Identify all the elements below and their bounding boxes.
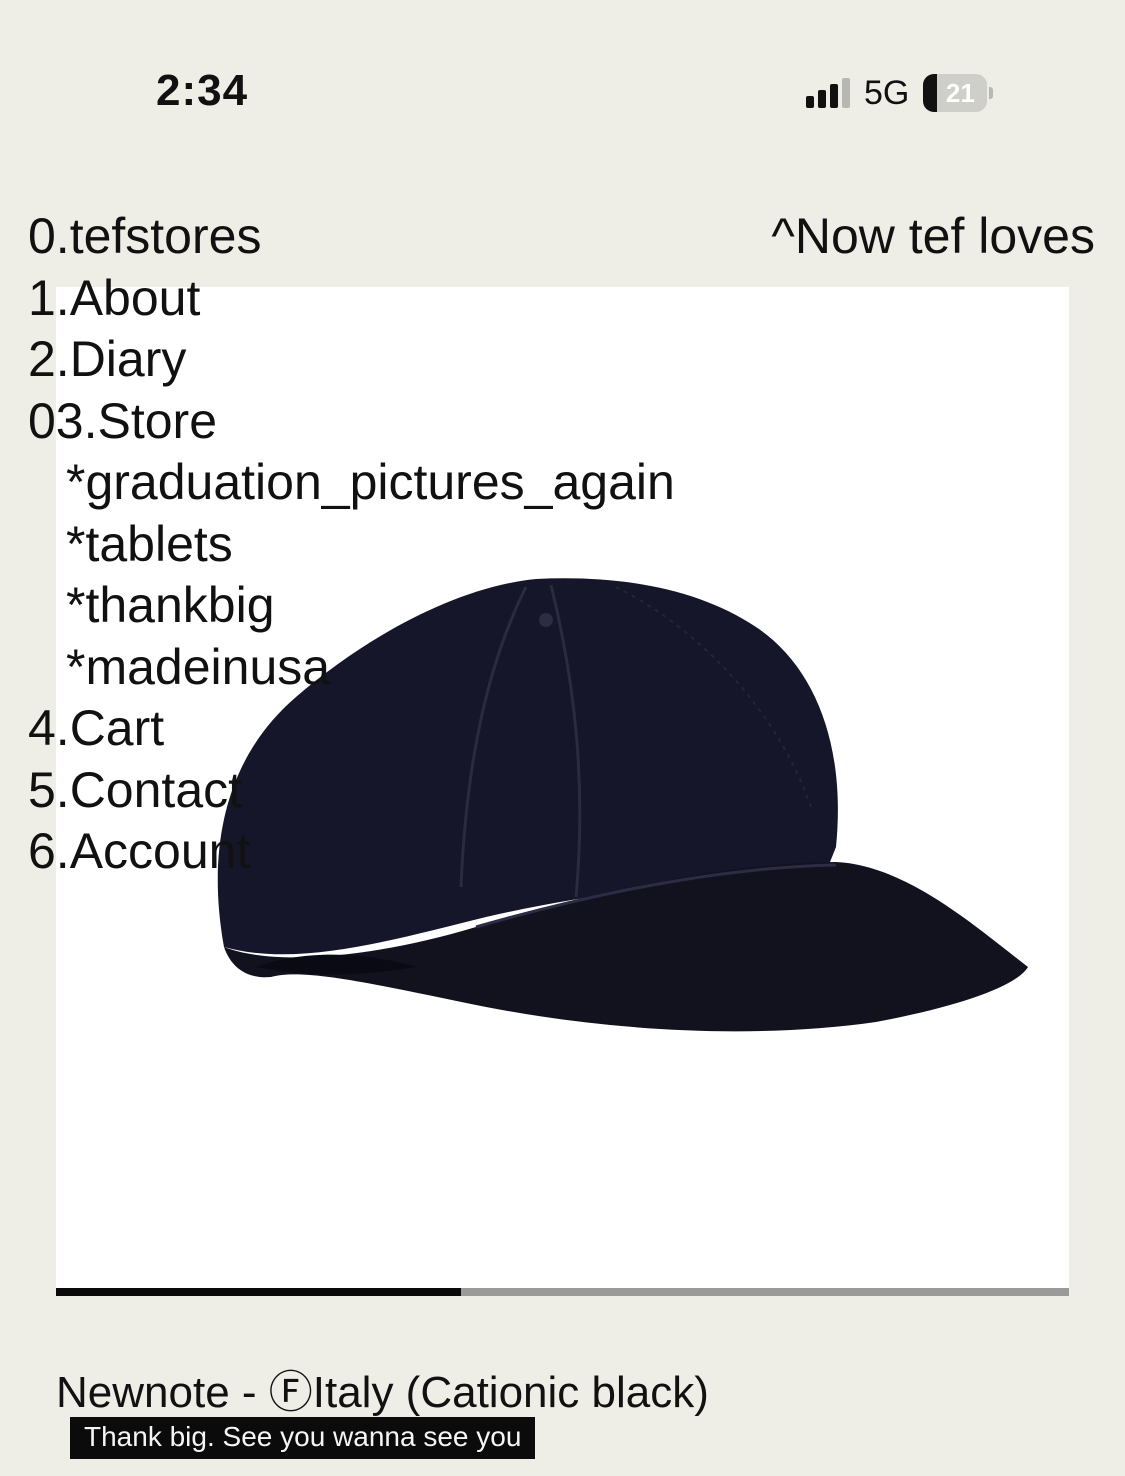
battery-icon: 21 — [923, 74, 994, 112]
nav-item-account[interactable]: 6.Account — [28, 821, 675, 883]
nav-item-cart[interactable]: 4.Cart — [28, 698, 675, 760]
battery-percent: 21 — [945, 77, 975, 108]
nav-item-diary[interactable]: 2.Diary — [28, 329, 675, 391]
nav-item-home[interactable]: 0.tefstores — [28, 206, 675, 268]
nav-subitem-graduation-pictures-again[interactable]: *graduation_pictures_again — [28, 452, 675, 514]
nav-subitem-madeinusa[interactable]: *madeinusa — [28, 637, 675, 699]
carousel-progress[interactable] — [56, 1288, 1069, 1296]
nav-subitem-thankbig[interactable]: *thankbig — [28, 575, 675, 637]
nav-subitem-tablets[interactable]: *tablets — [28, 514, 675, 576]
site-nav: 0.tefstores 1.About 2.Diary 03.Store *gr… — [28, 206, 675, 883]
now-tef-loves-link[interactable]: ^Now tef loves — [771, 206, 1095, 268]
product-title: Newnote - ⒻItaly (Cationic black) — [56, 1368, 709, 1417]
nav-item-store[interactable]: 03.Store — [28, 391, 675, 453]
nav-item-contact[interactable]: 5.Contact — [28, 760, 675, 822]
status-time: 2:34 — [156, 66, 249, 115]
carousel-progress-fill — [56, 1288, 462, 1296]
product-caption: Thank big. See you wanna see you — [70, 1417, 536, 1459]
status-indicators: 5G 21 — [806, 72, 994, 114]
network-label: 5G — [864, 73, 910, 112]
store-page: 2:34 5G 21 0.tefstores 1.About 2.Diary 0… — [0, 0, 1125, 1476]
cellular-signal-icon — [806, 78, 850, 108]
nav-item-about[interactable]: 1.About — [28, 268, 675, 330]
battery-fill — [923, 74, 937, 112]
